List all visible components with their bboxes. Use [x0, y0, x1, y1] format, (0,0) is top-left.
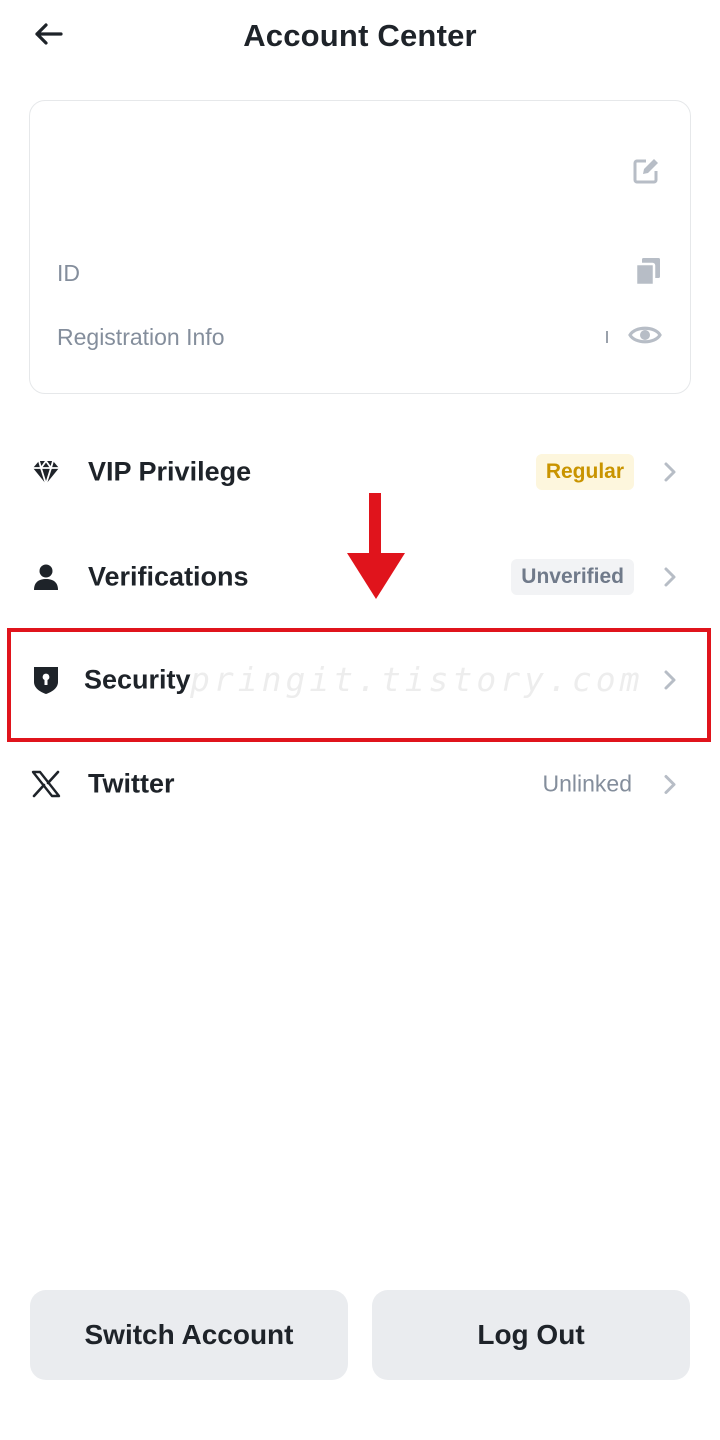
- header: Account Center: [0, 0, 720, 76]
- twitter-link-status: Unlinked: [542, 770, 633, 797]
- switch-account-button[interactable]: Switch Account: [30, 1290, 348, 1380]
- shield-lock-icon: [30, 664, 62, 696]
- copy-icon: [634, 256, 662, 291]
- x-logo-icon: [30, 768, 62, 800]
- toggle-visibility-button[interactable]: [628, 323, 662, 352]
- verification-status-badge: Unverified: [511, 559, 634, 595]
- annotation-arrow-down-icon: [346, 493, 406, 601]
- menu-item-label: VIP Privilege: [88, 456, 252, 487]
- menu-item-trailing: [662, 669, 678, 691]
- menu-item-label: Security: [84, 664, 191, 695]
- watermark-text: pringit.tistory.com: [190, 660, 644, 699]
- menu-item-trailing: Regular: [535, 454, 678, 490]
- registration-info-row: Registration Info: [57, 317, 662, 357]
- edit-icon: [632, 157, 660, 190]
- person-icon: [30, 561, 62, 593]
- eye-icon: [628, 323, 662, 352]
- masked-value: [606, 331, 608, 343]
- page-title: Account Center: [243, 18, 477, 53]
- id-row: ID: [57, 253, 662, 293]
- id-label: ID: [57, 259, 80, 286]
- registration-info-label: Registration Info: [57, 323, 225, 350]
- chevron-right-icon: [662, 461, 678, 483]
- copy-id-button[interactable]: [634, 256, 662, 291]
- menu-item-label: Twitter: [88, 768, 175, 799]
- menu-item-trailing: Unlinked: [543, 771, 679, 798]
- menu-item-trailing: Unverified: [511, 559, 678, 595]
- registration-info-value: [606, 323, 662, 352]
- menu-item-label: Verifications: [88, 561, 249, 592]
- log-out-button[interactable]: Log Out: [372, 1290, 690, 1380]
- account-info-card: ID Registration Info: [29, 100, 691, 394]
- account-center-screen: Account Center ID Registration Info VIP …: [0, 0, 720, 1440]
- diamond-icon: [30, 456, 62, 488]
- chevron-right-icon: [662, 773, 678, 795]
- edit-profile-button[interactable]: [630, 157, 662, 189]
- menu-item-twitter[interactable]: Twitter Unlinked: [0, 732, 720, 836]
- vip-level-badge: Regular: [535, 454, 634, 490]
- chevron-right-icon: [662, 566, 678, 588]
- chevron-right-icon: [662, 669, 678, 691]
